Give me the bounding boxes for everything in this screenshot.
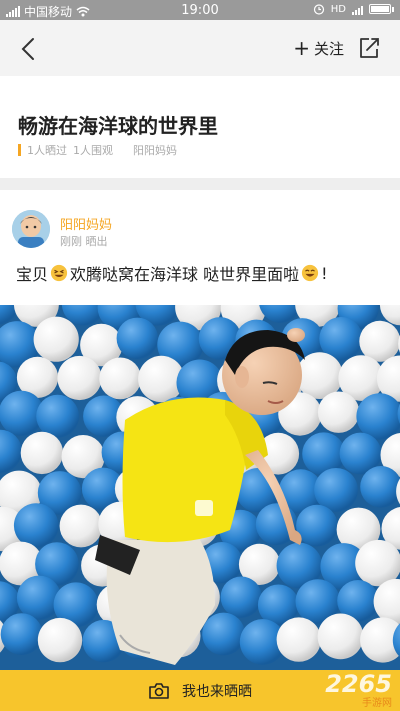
status-right: HD xyxy=(313,3,394,15)
avatar-image xyxy=(12,210,50,248)
author-tag[interactable]: 阳阳妈妈 xyxy=(133,142,177,158)
section-divider xyxy=(0,178,400,190)
post-photo[interactable] xyxy=(0,305,400,670)
chevron-left-icon xyxy=(21,38,34,60)
laughing-emoji-icon xyxy=(302,264,319,282)
shared-count: 1人晒过 xyxy=(27,144,67,157)
watermark: 2265 手游网 xyxy=(325,670,392,709)
post-caption: 宝贝 欢腾哒窝在海洋球 哒世界里面啦 ! xyxy=(16,261,328,285)
follow-label: 关注 xyxy=(313,39,344,58)
caption-part-1: 宝贝 xyxy=(16,265,49,284)
post-title: 畅游在海洋球的世界里 xyxy=(18,114,218,138)
status-bar: 中国移动 19:00 HD xyxy=(0,0,400,20)
post-header-card: 畅游在海洋球的世界里 xyxy=(0,76,400,178)
back-button[interactable] xyxy=(14,34,44,64)
share-button[interactable] xyxy=(356,35,382,61)
viewed-count: 1人围观 xyxy=(73,144,113,157)
caption-part-3: ! xyxy=(321,263,328,283)
post-time: 刚刚 晒出 xyxy=(60,235,108,248)
post-stats: 1人晒过 1人围观 阳阳妈妈 xyxy=(18,142,177,158)
caption-part-2: 欢腾哒窝在海洋球 哒世界里面啦 xyxy=(70,265,300,284)
avatar[interactable] xyxy=(12,210,50,248)
alarm-icon xyxy=(313,4,324,15)
accent-bar xyxy=(18,144,21,156)
plus-icon: + xyxy=(293,36,310,60)
follow-button[interactable]: + 关注 xyxy=(293,36,344,60)
camera-icon xyxy=(149,682,169,699)
share-icon xyxy=(360,38,379,58)
battery-icon xyxy=(369,4,391,14)
battery-cap xyxy=(392,6,394,12)
nav-bar: + 关注 xyxy=(0,20,400,76)
grinning-squint-emoji-icon xyxy=(50,264,68,282)
share-my-photo-label: 我也来晒晒 xyxy=(182,683,252,700)
entry-header: 阳阳妈妈 刚刚 晒出 xyxy=(12,210,392,252)
ball-pit-image xyxy=(0,305,400,670)
hd-badge: HD xyxy=(330,3,346,15)
share-my-photo-button[interactable]: 我也来晒晒 2265 手游网 xyxy=(0,670,400,711)
author-name[interactable]: 阳阳妈妈 xyxy=(60,214,112,233)
signal-strength-icon xyxy=(352,4,363,15)
